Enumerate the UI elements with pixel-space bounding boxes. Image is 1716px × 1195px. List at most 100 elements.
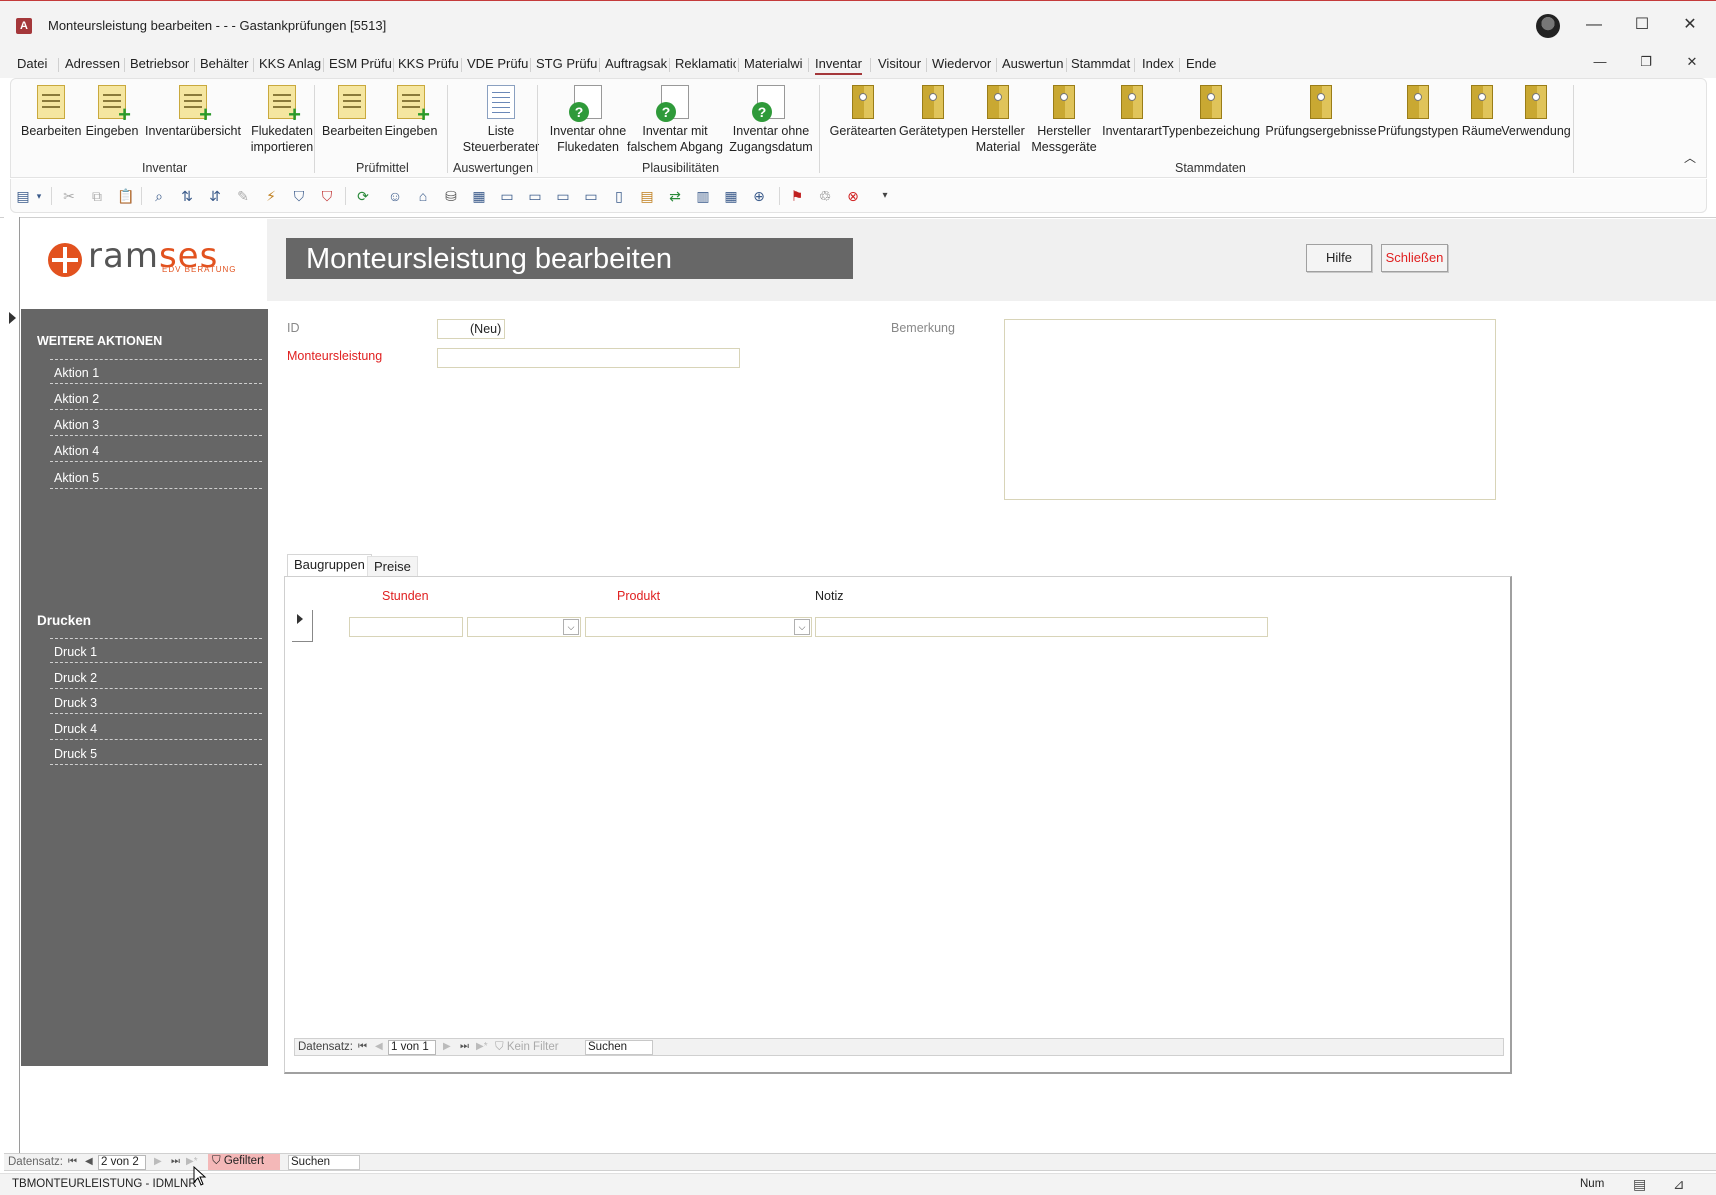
tab-materialwirtschaft[interactable]: Materialwi <box>744 56 805 71</box>
close-form-button[interactable]: Schließen <box>1381 244 1448 272</box>
inventar-eingeben-button[interactable]: Eingeben <box>85 85 139 139</box>
sidebar-item-druck-4[interactable]: Druck 4 <box>50 716 262 740</box>
last-record-icon[interactable]: ⏭ <box>171 1156 180 1167</box>
doc-close-button[interactable]: ✕ <box>1680 50 1704 74</box>
inventaruebersicht-button[interactable]: Inventarübersicht <box>143 85 243 139</box>
sidebar-item-druck-3[interactable]: Druck 3 <box>50 690 262 714</box>
tab-reklamation[interactable]: Reklamatic <box>675 56 736 71</box>
inventar-mit-falschem-abgang-button[interactable]: Inventar mit falschem Abgang <box>626 85 724 155</box>
customize-toolbar-icon[interactable]: ▾ <box>877 188 893 204</box>
pruefungstypen-button[interactable]: Prüfungstypen <box>1376 85 1460 139</box>
baugruppe-combobox[interactable]: ⌵ <box>467 617 581 637</box>
produkt-combobox[interactable]: ⌵ <box>585 617 812 637</box>
tab-preise[interactable]: Preise <box>367 556 418 576</box>
verwendung-button[interactable]: Verwendung <box>1498 85 1574 139</box>
users-icon[interactable]: ☺ <box>387 188 403 204</box>
report-icon[interactable]: ▤ <box>639 188 655 204</box>
inventar-ohne-zugangsdatum-button[interactable]: Inventar ohne Zugangsdatum <box>726 85 816 155</box>
form-icon[interactable]: ▭ <box>527 188 543 204</box>
current-record-field[interactable]: 2 von 2 <box>98 1155 146 1170</box>
page-icon[interactable]: ▯ <box>611 188 627 204</box>
view-switch-icon[interactable]: ▤ <box>15 188 31 204</box>
next-record-icon[interactable]: ▶ <box>154 1156 162 1167</box>
filter-status[interactable]: ⛉ Gefiltert <box>208 1154 280 1170</box>
geraetearten-button[interactable]: Gerätearten <box>829 85 897 139</box>
pruefungsergebnisse-button[interactable]: Prüfungsergebnisse <box>1256 85 1386 139</box>
next-record-icon[interactable]: ▶ <box>443 1041 451 1052</box>
tab-kks-anlagen[interactable]: KKS Anlag <box>259 56 321 71</box>
stunden-input[interactable] <box>349 617 463 637</box>
doc-restore-button[interactable]: ❐ <box>1634 50 1658 74</box>
find-icon[interactable]: ⌕ <box>151 188 167 204</box>
form-icon[interactable]: ▭ <box>555 188 571 204</box>
tab-wiedervorlage[interactable]: Wiedervor <box>932 56 993 71</box>
cut-icon[interactable]: ✂ <box>61 188 77 204</box>
tab-baugruppen[interactable]: Baugruppen <box>287 554 372 576</box>
first-record-icon[interactable]: ⏮ <box>68 1156 77 1167</box>
chevron-down-icon[interactable]: ⌵ <box>563 619 579 635</box>
tab-betriebsorte[interactable]: Betriebsor <box>130 56 192 71</box>
tab-auswertungen[interactable]: Auswertun <box>1002 56 1064 71</box>
maximize-button[interactable]: ☐ <box>1630 13 1654 37</box>
sidebar-item-aktion-1[interactable]: Aktion 1 <box>50 360 262 384</box>
filter-selection-icon[interactable]: ⚡ <box>263 188 279 204</box>
sidebar-item-aktion-4[interactable]: Aktion 4 <box>50 438 262 462</box>
flukedaten-importieren-button[interactable]: Flukedaten importieren <box>245 85 319 155</box>
tab-esm-pruefung[interactable]: ESM Prüfu <box>329 56 391 71</box>
grid-icon[interactable]: ▦ <box>723 188 739 204</box>
help-button[interactable]: Hilfe <box>1306 244 1372 272</box>
tab-index[interactable]: Index <box>1142 56 1174 71</box>
tab-stg-pruefung[interactable]: STG Prüfur <box>536 56 597 71</box>
main-search-input[interactable]: Suchen <box>288 1155 360 1170</box>
paste-icon[interactable]: 📋 <box>117 188 134 204</box>
sidebar-item-druck-1[interactable]: Druck 1 <box>50 639 262 663</box>
design-view-icon[interactable]: ⊿ <box>1673 1176 1685 1193</box>
remove-filter-icon[interactable]: ⛉ <box>319 188 335 204</box>
tab-stammdaten[interactable]: Stammdat <box>1071 56 1131 71</box>
tab-behaelter[interactable]: Behälter <box>200 56 250 71</box>
copy-icon[interactable]: ⧉ <box>89 188 105 204</box>
sidebar-item-druck-5[interactable]: Druck 5 <box>50 741 262 765</box>
id-field[interactable]: (Neu) <box>437 319 505 339</box>
current-record-field[interactable]: 1 von 1 <box>388 1040 436 1055</box>
tab-inventar[interactable]: Inventar <box>815 56 862 75</box>
tab-datei[interactable]: Datei <box>17 56 51 71</box>
user-avatar[interactable] <box>1536 14 1560 38</box>
record-selector[interactable] <box>4 217 20 1153</box>
database-icon[interactable]: ⛁ <box>443 188 459 204</box>
previous-record-icon[interactable]: ◀ <box>375 1041 383 1052</box>
liste-steuerberater-button[interactable]: Liste Steuerberater <box>453 85 549 155</box>
typenbezeichnung-button[interactable]: Typenbezeichung <box>1156 85 1266 139</box>
filter-icon[interactable]: ⛉ <box>291 188 307 204</box>
previous-record-icon[interactable]: ◀ <box>85 1156 93 1167</box>
last-record-icon[interactable]: ⏭ <box>460 1041 469 1052</box>
pruefmittel-bearbeiten-button[interactable]: Bearbeiten <box>322 85 382 139</box>
home-icon[interactable]: ⌂ <box>415 188 431 204</box>
collapse-ribbon-icon[interactable]: ︿ <box>1684 149 1696 166</box>
minimize-button[interactable]: — <box>1582 13 1606 37</box>
chevron-down-icon[interactable]: ▾ <box>31 188 47 204</box>
inventar-bearbeiten-button[interactable]: Bearbeiten <box>21 85 81 139</box>
form-icon[interactable]: ▭ <box>499 188 515 204</box>
inventarart-button[interactable]: Inventarart <box>1100 85 1164 139</box>
doc-minimize-button[interactable]: — <box>1588 50 1612 74</box>
recycle-icon[interactable]: ♲ <box>817 188 833 204</box>
chevron-down-icon[interactable]: ⌵ <box>794 619 810 635</box>
geraetetypen-button[interactable]: Gerätetypen <box>899 85 968 139</box>
inventar-ohne-flukedaten-button[interactable]: Inventar ohne Flukedaten <box>545 85 631 155</box>
sort-descending-icon[interactable]: ⇵ <box>207 188 223 204</box>
tab-vde-pruefung[interactable]: VDE Prüfui <box>467 56 528 71</box>
close-window-button[interactable]: ✕ <box>1678 13 1702 37</box>
bemerkung-textarea[interactable] <box>1004 319 1496 500</box>
remove-sort-icon[interactable]: ✎ <box>235 188 251 204</box>
tab-visitour[interactable]: Visitour <box>878 56 928 71</box>
table-icon[interactable]: ▦ <box>471 188 487 204</box>
first-record-icon[interactable]: ⏮ <box>358 1041 367 1052</box>
flag-icon[interactable]: ⚑ <box>789 188 805 204</box>
tab-auftragsabwicklung[interactable]: Auftragsak <box>605 56 667 71</box>
filter-status[interactable]: ⛉ Kein Filter <box>495 1041 559 1054</box>
tab-ende[interactable]: Ende <box>1186 56 1216 71</box>
web-search-icon[interactable]: ⊕ <box>751 188 767 204</box>
pruefmittel-eingeben-button[interactable]: Eingeben <box>384 85 438 139</box>
monteursleistung-field[interactable] <box>437 348 740 368</box>
